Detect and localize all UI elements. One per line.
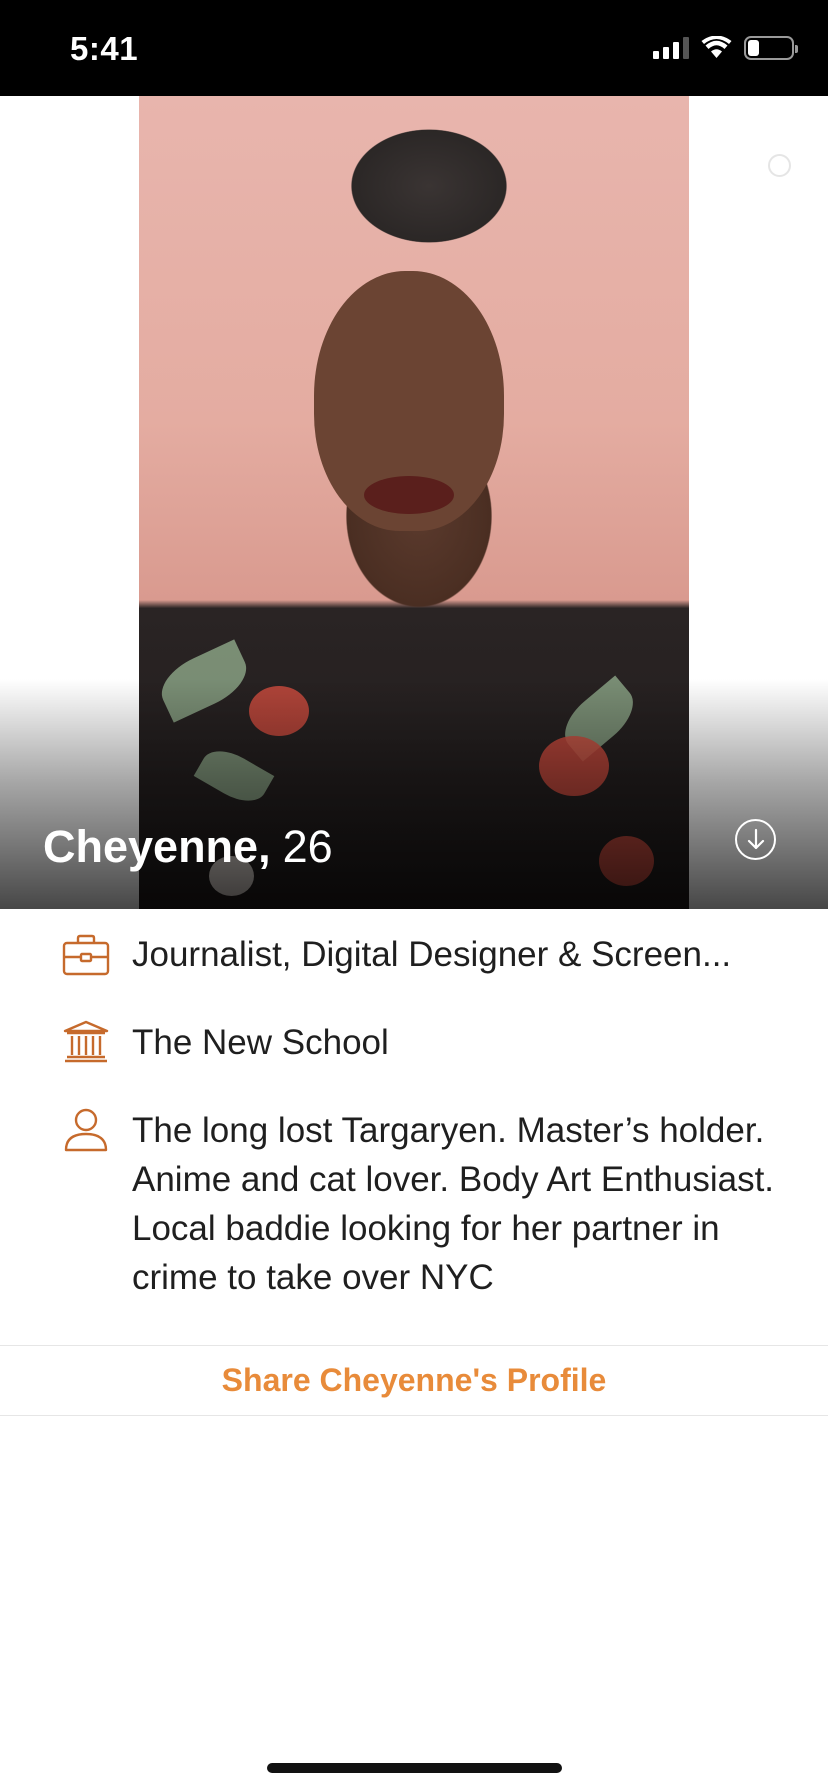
share-profile-button[interactable]: Share Cheyenne's Profile [0,1346,828,1415]
expand-profile-button[interactable] [735,819,776,860]
photo-dot-1[interactable] [768,154,791,177]
photo-gradient-overlay [0,679,828,909]
bio-row: The long lost Targaryen. Master’s holder… [0,1106,828,1306]
photo-dot-4[interactable] [768,274,791,297]
home-indicator[interactable] [267,1763,562,1773]
status-bar: 5:41 [0,0,828,96]
status-time: 5:41 [70,30,139,67]
profile-name-age: Cheyenne, 26 [43,824,333,869]
status-icons [653,36,798,60]
school-row: The New School [0,1018,828,1068]
school-text: The New School [132,1023,389,1062]
wifi-icon [701,36,732,58]
job-text: Journalist, Digital Designer & Screen... [132,935,732,974]
cellular-signal-icon [653,37,689,59]
bio-text: The long lost Targaryen. Master’s holder… [132,1111,775,1297]
photo-dot-6[interactable] [768,354,791,377]
photo-dot-3[interactable] [768,234,791,257]
photo-dot-2[interactable] [768,194,791,217]
person-icon [64,1108,108,1152]
job-row: Journalist, Digital Designer & Screen... [0,930,828,980]
profile-age: 26 [282,821,333,872]
profile-photo-area[interactable]: Cheyenne, 26 [0,96,828,909]
profile-name: Cheyenne, [43,821,271,872]
building-icon [63,1020,109,1063]
battery-icon [744,36,798,60]
photo-pagination [768,154,791,377]
share-divider-bottom [0,1415,828,1416]
photo-dot-5[interactable] [768,314,791,337]
briefcase-icon [62,934,110,976]
chevron-down-circle-icon [747,828,764,849]
